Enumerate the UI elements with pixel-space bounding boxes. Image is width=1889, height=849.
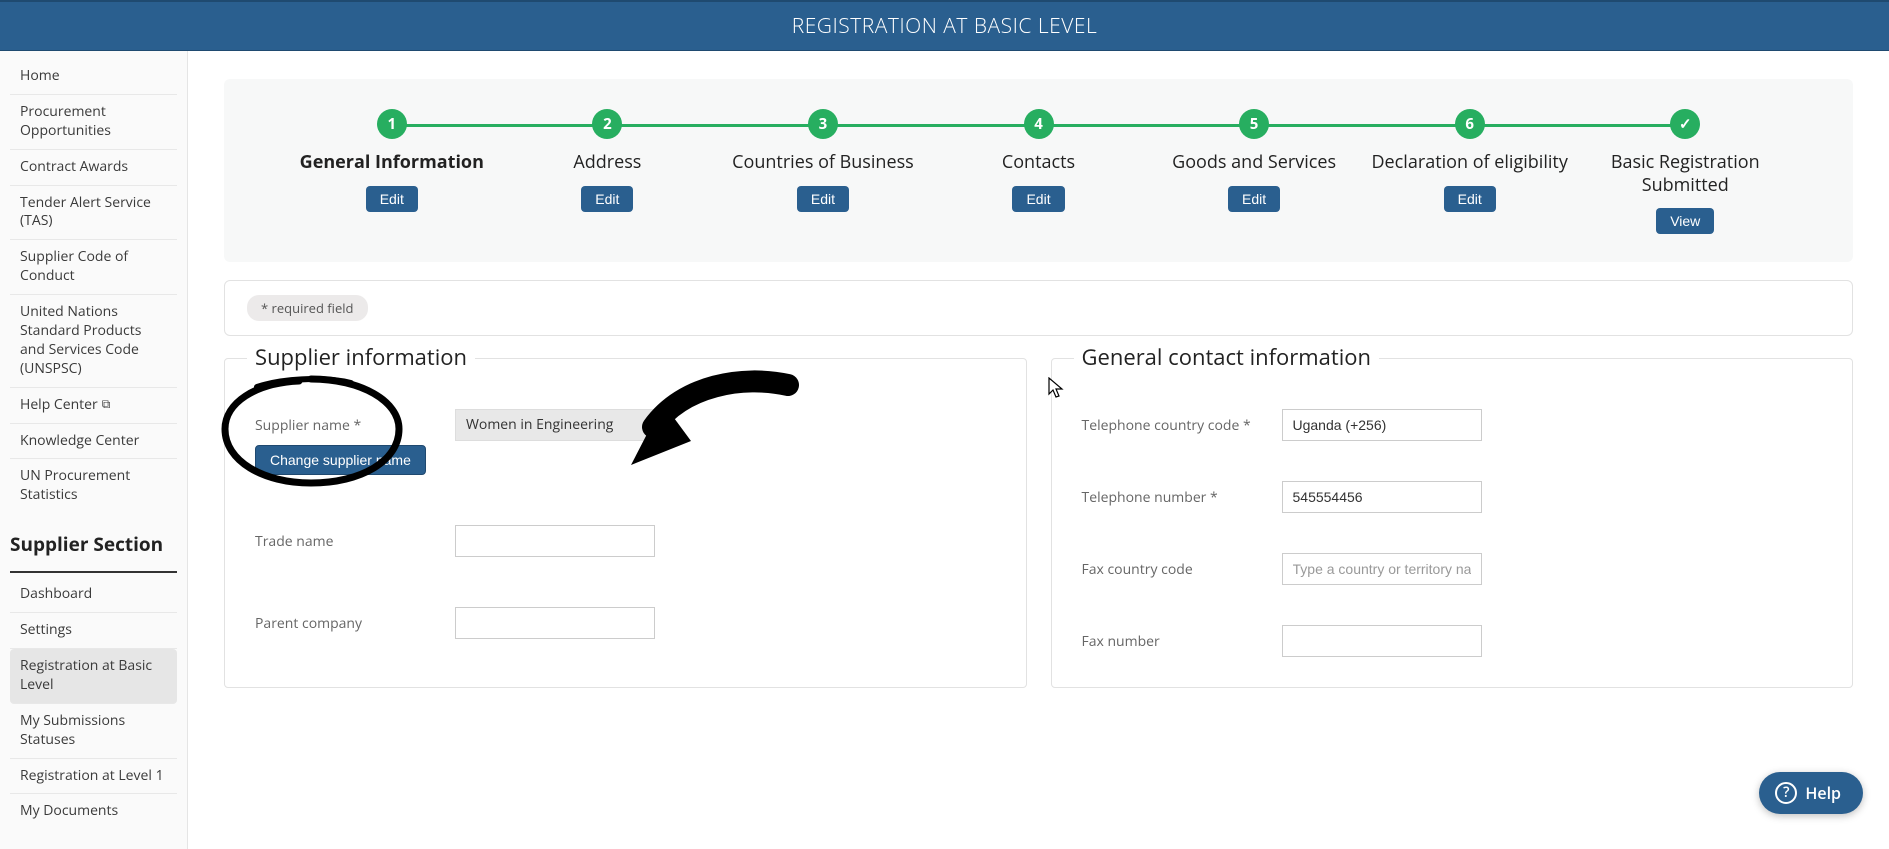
main-content: 1 General Information Edit 2 Address Edi… <box>188 51 1889 849</box>
supplier-name-value-wrap: Women in Engineering <box>455 409 655 441</box>
step-bubble: 6 <box>1455 109 1485 139</box>
sidebar: Home Procurement Opportunities Contract … <box>0 51 188 849</box>
nav-registration-basic[interactable]: Registration at Basic Level <box>10 649 177 704</box>
supplier-information-fieldset: Supplier information Supplier name * Cha… <box>224 358 1027 688</box>
tel-number-field: Telephone number * <box>1082 481 1823 513</box>
external-link-icon: ⧉ <box>102 396 111 412</box>
step-edit-button[interactable]: Edit <box>797 186 849 212</box>
stepper-card: 1 General Information Edit 2 Address Edi… <box>224 79 1853 262</box>
step-connector <box>392 124 608 127</box>
step-bubble: 4 <box>1024 109 1054 139</box>
nav-contract-awards[interactable]: Contract Awards <box>10 150 177 186</box>
help-icon: ? <box>1775 782 1797 804</box>
tel-number-input[interactable] <box>1282 481 1482 513</box>
fax-number-label: Fax number <box>1082 625 1262 651</box>
nav-dashboard[interactable]: Dashboard <box>10 577 177 613</box>
step-connector <box>1254 124 1470 127</box>
step-bubble-check: ✓ <box>1670 109 1700 139</box>
nav-registration-level-1[interactable]: Registration at Level 1 <box>10 759 177 795</box>
parent-company-label: Parent company <box>255 607 435 633</box>
sidebar-section-title: Supplier Section <box>0 513 187 567</box>
step-edit-button[interactable]: Edit <box>1444 186 1496 212</box>
stepper: 1 General Information Edit 2 Address Edi… <box>284 109 1793 234</box>
contact-information-legend: General contact information <box>1074 342 1380 372</box>
tel-country-code-input[interactable] <box>1282 409 1482 441</box>
step-edit-button[interactable]: Edit <box>581 186 633 212</box>
fax-country-code-label: Fax country code <box>1082 553 1262 579</box>
fax-country-code-input[interactable] <box>1282 553 1482 585</box>
step-bubble: 1 <box>377 109 407 139</box>
help-widget-button[interactable]: ? Help <box>1759 772 1863 814</box>
supplier-name-readonly: Women in Engineering <box>455 409 655 441</box>
step-connector <box>1470 124 1686 127</box>
trade-name-label: Trade name <box>255 525 435 551</box>
tel-number-label: Telephone number * <box>1082 481 1262 507</box>
tel-country-code-field: Telephone country code * <box>1082 409 1823 441</box>
step-bubble: 3 <box>808 109 838 139</box>
parent-company-input[interactable] <box>455 607 655 639</box>
step-connector <box>1039 124 1255 127</box>
nav-home[interactable]: Home <box>10 59 177 95</box>
supplier-name-field: Supplier name * Change supplier name Wom… <box>255 409 996 475</box>
required-note-card: * required field <box>224 280 1853 336</box>
step-edit-button[interactable]: Edit <box>1228 186 1280 212</box>
step-edit-button[interactable]: Edit <box>366 186 418 212</box>
step-basic-registration-submitted: ✓ Basic Registration Submitted View <box>1577 109 1793 234</box>
step-bubble: 2 <box>592 109 622 139</box>
contact-information-fieldset: General contact information Telephone co… <box>1051 358 1854 688</box>
step-label: General Information <box>284 151 500 174</box>
page-title: REGISTRATION AT BASIC LEVEL <box>792 12 1098 40</box>
supplier-nav: Dashboard Settings Registration at Basic… <box>0 577 187 829</box>
change-supplier-name-button[interactable]: Change supplier name <box>255 445 426 475</box>
step-connector <box>823 124 1039 127</box>
trade-name-field: Trade name <box>255 525 996 557</box>
supplier-name-label: Supplier name * Change supplier name <box>255 409 435 475</box>
nav-help-center[interactable]: Help Center⧉ <box>10 388 177 424</box>
nav-un-procurement-statistics[interactable]: UN Procurement Statistics <box>10 459 177 513</box>
nav-knowledge-center[interactable]: Knowledge Center <box>10 424 177 460</box>
step-edit-button[interactable]: Edit <box>1012 186 1064 212</box>
trade-name-input[interactable] <box>455 525 655 557</box>
sidebar-divider <box>10 571 177 573</box>
nav-procurement-opportunities[interactable]: Procurement Opportunities <box>10 95 177 150</box>
nav-tender-alert-service[interactable]: Tender Alert Service (TAS) <box>10 186 177 241</box>
help-label: Help <box>1805 782 1841 804</box>
main-nav: Home Procurement Opportunities Contract … <box>0 59 187 513</box>
page-header: REGISTRATION AT BASIC LEVEL <box>0 0 1889 51</box>
nav-supplier-code-of-conduct[interactable]: Supplier Code of Conduct <box>10 240 177 295</box>
step-label: Countries of Business <box>715 151 931 174</box>
step-label: Goods and Services <box>1146 151 1362 174</box>
nav-my-submissions-statuses[interactable]: My Submissions Statuses <box>10 704 177 759</box>
fax-country-code-field: Fax country code <box>1082 553 1823 585</box>
fax-number-input[interactable] <box>1282 625 1482 657</box>
nav-my-documents[interactable]: My Documents <box>10 794 177 829</box>
step-label: Declaration of eligibility <box>1362 151 1578 174</box>
step-label: Address <box>500 151 716 174</box>
nav-settings[interactable]: Settings <box>10 613 177 649</box>
fax-number-field: Fax number <box>1082 625 1823 657</box>
step-view-button[interactable]: View <box>1656 208 1714 234</box>
supplier-information-legend: Supplier information <box>247 342 475 372</box>
parent-company-field: Parent company <box>255 607 996 639</box>
tel-country-code-label: Telephone country code * <box>1082 409 1262 435</box>
step-label: Basic Registration Submitted <box>1577 151 1793 196</box>
step-connector <box>607 124 823 127</box>
required-field-note: * required field <box>247 295 368 321</box>
nav-unspsc[interactable]: United Nations Standard Products and Ser… <box>10 295 177 388</box>
step-general-information: 1 General Information Edit <box>284 109 500 212</box>
step-label: Contacts <box>931 151 1147 174</box>
step-bubble: 5 <box>1239 109 1269 139</box>
